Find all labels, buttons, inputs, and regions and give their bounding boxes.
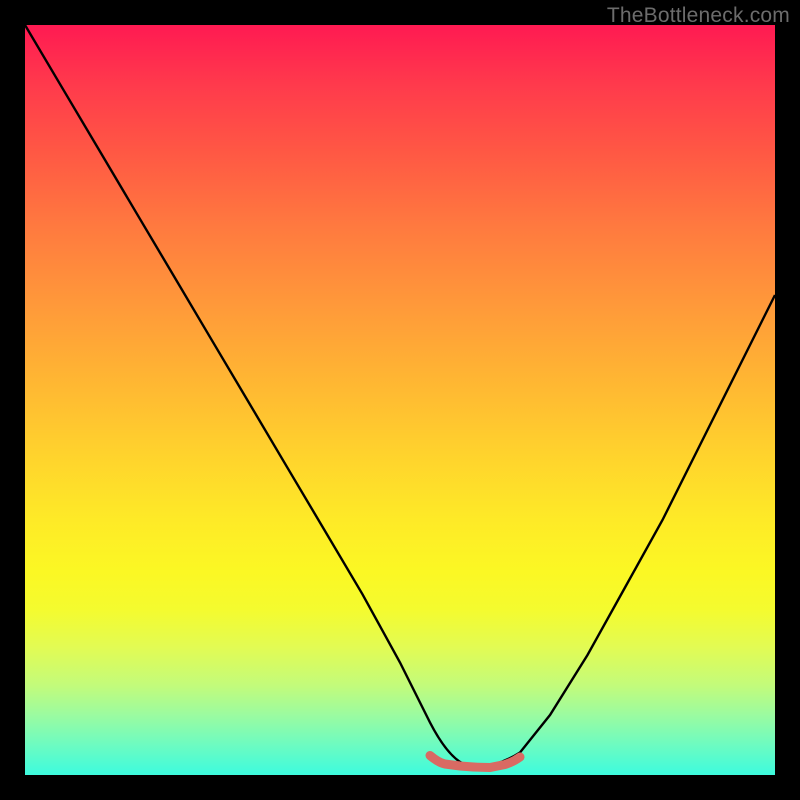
bottleneck-curve bbox=[25, 25, 775, 767]
chart-frame: TheBottleneck.com bbox=[0, 0, 800, 800]
bottom-highlight bbox=[430, 756, 520, 768]
chart-svg bbox=[25, 25, 775, 775]
chart-plot-area bbox=[25, 25, 775, 775]
watermark-text: TheBottleneck.com bbox=[607, 4, 790, 28]
